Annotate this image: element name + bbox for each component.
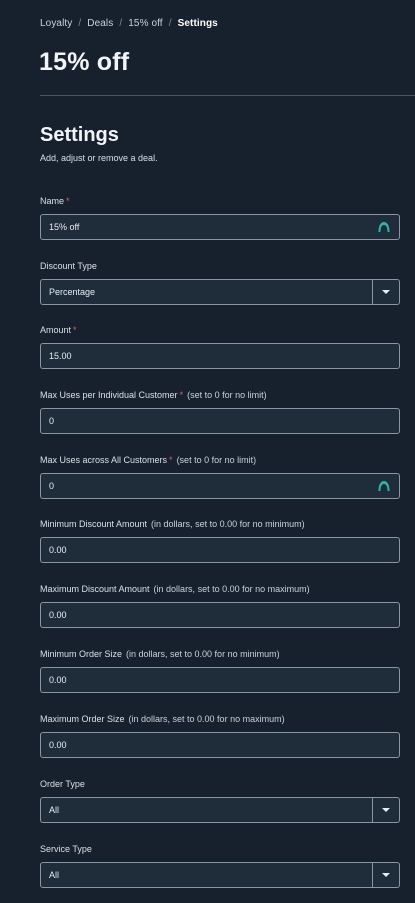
discount-type-value: Percentage <box>49 287 96 297</box>
discount-type-field: Discount Type Percentage <box>40 260 400 305</box>
section-title: Settings <box>40 124 119 146</box>
max-uses-all-hint: (set to 0 for no limit) <box>176 455 257 465</box>
max-uses-individual-label: Max Uses per Individual Customer <box>40 390 178 400</box>
chevron-down-icon <box>382 290 390 294</box>
name-input[interactable]: 15% off <box>40 214 400 240</box>
name-label: Name <box>40 196 65 206</box>
max-uses-individual-hint: (set to 0 for no limit) <box>187 390 267 400</box>
service-type-label: Service Type <box>40 844 92 854</box>
min-order-field: Minimum Order Size (in dollars, set to 0.… <box>40 648 400 693</box>
required-marker: * <box>73 325 77 335</box>
max-order-field: Maximum Order Size (in dollars, set to 0.… <box>40 713 400 758</box>
discount-type-select[interactable]: Percentage <box>40 279 400 305</box>
chevron-down-icon <box>382 808 390 812</box>
breadcrumb-item-deal[interactable]: 15% off <box>128 18 162 29</box>
max-discount-input[interactable]: 0.00 <box>40 602 400 628</box>
min-order-input[interactable]: 0.00 <box>40 667 400 693</box>
breadcrumb-separator: / <box>119 18 123 29</box>
min-order-label: Minimum Order Size <box>40 649 123 659</box>
max-order-value: 0.00 <box>49 740 67 750</box>
required-marker: * <box>66 196 70 206</box>
min-discount-field: Minimum Discount Amount (in dollars, set … <box>40 518 400 563</box>
breadcrumb-item-deals[interactable]: Deals <box>87 18 113 29</box>
order-type-field: Order Type All <box>40 778 400 823</box>
max-uses-all-value: 0 <box>49 481 55 491</box>
amount-field: Amount * 15.00 <box>40 324 400 369</box>
min-discount-label: Minimum Discount Amount <box>40 519 148 529</box>
breadcrumb-separator: / <box>168 18 172 29</box>
max-discount-label: Maximum Discount Amount <box>40 584 150 594</box>
breadcrumb-item-loyalty[interactable]: Loyalty <box>40 18 72 29</box>
name-field: Name * 15% off <box>40 195 400 240</box>
min-order-hint: (in dollars, set to 0.00 for no minimum) <box>126 649 280 659</box>
min-discount-input[interactable]: 0.00 <box>40 537 400 563</box>
max-uses-individual-field: Max Uses per Individual Customer * (set to… <box>40 389 400 434</box>
max-uses-individual-input[interactable]: 0 <box>40 408 400 434</box>
max-order-hint: (in dollars, set to 0.00 for no maximum) <box>128 714 285 724</box>
required-marker: * <box>179 390 184 400</box>
divider <box>40 95 415 96</box>
breadcrumb-separator: / <box>78 18 82 29</box>
service-type-field: Service Type All <box>40 843 400 888</box>
service-type-value: All <box>49 870 60 880</box>
discount-type-label: Discount Type <box>40 261 97 271</box>
max-uses-all-field: Max Uses across All Customers * (set to 0 … <box>40 454 400 499</box>
page-title: 15% off <box>39 48 130 76</box>
required-marker: * <box>169 455 173 465</box>
name-value: 15% off <box>49 222 80 232</box>
min-discount-hint: (in dollars, set to 0.00 for no minimum) <box>151 519 305 529</box>
breadcrumb: Loyalty / Deals / 15% off / Settings <box>40 18 218 29</box>
max-order-input[interactable]: 0.00 <box>40 732 400 758</box>
chevron-down-icon <box>382 873 390 877</box>
dropdown-toggle[interactable] <box>372 280 399 304</box>
max-order-label: Maximum Order Size <box>40 714 125 724</box>
max-uses-all-input[interactable]: 0 <box>40 473 400 499</box>
order-type-select[interactable]: All <box>40 797 400 823</box>
min-discount-value: 0.00 <box>49 545 67 555</box>
max-discount-value: 0.00 <box>49 610 67 620</box>
dropdown-toggle[interactable] <box>372 863 399 887</box>
max-uses-all-label: Max Uses across All Customers <box>40 455 168 465</box>
max-discount-field: Maximum Discount Amount (in dollars, set … <box>40 583 400 628</box>
service-type-select[interactable]: All <box>40 862 400 888</box>
dropdown-toggle[interactable] <box>372 798 399 822</box>
amount-value: 15.00 <box>49 351 72 361</box>
max-discount-hint: (in dollars, set to 0.00 for no maximum) <box>153 584 310 594</box>
amount-input[interactable]: 15.00 <box>40 343 400 369</box>
section-subtitle: Add, adjust or remove a deal. <box>40 153 158 163</box>
password-manager-icon[interactable] <box>377 479 391 493</box>
amount-label: Amount <box>40 325 72 335</box>
max-uses-individual-value: 0 <box>49 416 55 426</box>
min-order-value: 0.00 <box>49 675 67 685</box>
password-manager-icon[interactable] <box>377 220 391 234</box>
breadcrumb-item-current: Settings <box>177 18 218 29</box>
order-type-value: All <box>49 805 60 815</box>
order-type-label: Order Type <box>40 779 85 789</box>
